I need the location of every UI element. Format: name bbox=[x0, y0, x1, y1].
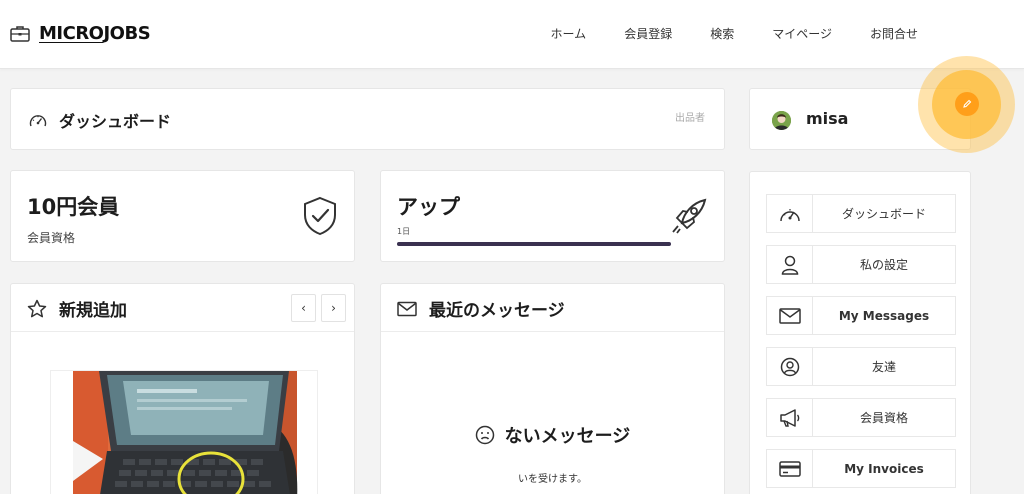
nav-search[interactable]: 検索 bbox=[710, 25, 734, 42]
sad-face-icon bbox=[475, 425, 495, 445]
user-name[interactable]: misa bbox=[806, 109, 848, 128]
envelope-icon bbox=[767, 297, 813, 334]
dashboard-icon bbox=[29, 112, 47, 128]
dashboard-title: ダッシュボード bbox=[59, 112, 172, 131]
sidebar-item-settings[interactable]: 私の設定 bbox=[766, 245, 956, 284]
sidebar-item-label: 友達 bbox=[871, 360, 896, 374]
empty-messages-subtitle: いを受けます。 bbox=[518, 474, 587, 485]
nav-contact[interactable]: お問合せ bbox=[870, 25, 918, 42]
sidebar-item-invoices[interactable]: My Invoices bbox=[766, 449, 956, 488]
page-title: ダッシュボード bbox=[29, 108, 171, 132]
logo[interactable]: MICROJOBS bbox=[10, 23, 151, 44]
empty-messages-title: ないメッセージ bbox=[504, 426, 631, 447]
sidebar-item-friends[interactable]: 友達 bbox=[766, 347, 956, 386]
carousel-controls: ‹ › bbox=[291, 294, 346, 322]
upgrade-progress bbox=[397, 242, 671, 246]
messages-panel: 最近のメッセージ ないメッセージ いを受けます。 bbox=[380, 283, 725, 494]
sidebar-item-label: 私の設定 bbox=[859, 258, 908, 272]
rocket-icon bbox=[668, 195, 710, 241]
site-header: MICROJOBS ホーム 会員登録 検索 マイページ お問合せ bbox=[0, 0, 1024, 69]
nav-mypage[interactable]: マイページ bbox=[772, 25, 832, 42]
sidebar-item-dashboard[interactable]: ダッシュボード bbox=[766, 194, 956, 233]
pencil-icon bbox=[962, 99, 972, 109]
sidebar-item-messages[interactable]: My Messages bbox=[766, 296, 956, 335]
nav-home[interactable]: ホーム bbox=[551, 25, 587, 42]
new-items-panel: 新規追加 ‹ › bbox=[10, 283, 355, 494]
sidebar-item-label: ダッシュボード bbox=[841, 207, 926, 221]
star-icon bbox=[27, 299, 47, 319]
membership-title: 10円会員 bbox=[27, 195, 120, 219]
sidebar-item-label: My Messages bbox=[838, 308, 930, 323]
upgrade-title: アップ bbox=[397, 195, 460, 219]
upgrade-card: アップ 1日 bbox=[380, 170, 725, 262]
user-icon bbox=[767, 246, 813, 283]
membership-subtitle: 会員資格 bbox=[27, 231, 76, 245]
logo-text: MICROJOBS bbox=[39, 23, 151, 44]
upgrade-label: 1日 bbox=[397, 227, 411, 236]
main-nav: ホーム 会員登録 検索 マイページ お問合せ bbox=[551, 25, 918, 42]
messages-title: 最近のメッセージ bbox=[397, 296, 565, 321]
messages-header: 最近のメッセージ bbox=[381, 284, 724, 332]
user-circle-icon bbox=[767, 348, 813, 385]
new-items-label: 新規追加 bbox=[59, 301, 127, 321]
sidebar-item-label: 会員資格 bbox=[859, 411, 908, 425]
new-items-title: 新規追加 bbox=[27, 296, 127, 321]
new-items-header: 新規追加 ‹ › bbox=[11, 284, 354, 332]
sidebar-item-label: My Invoices bbox=[844, 461, 924, 476]
avatar[interactable] bbox=[772, 111, 791, 130]
empty-messages: ないメッセージ bbox=[381, 422, 724, 448]
megaphone-icon bbox=[767, 399, 813, 436]
shield-check-icon bbox=[302, 196, 338, 240]
upgrade-progress-fill bbox=[397, 242, 671, 246]
dashboard-title-card: ダッシュボード 出品者 bbox=[10, 88, 725, 150]
messages-label: 最近のメッセージ bbox=[429, 301, 565, 321]
prev-button[interactable]: ‹ bbox=[291, 294, 316, 322]
briefcase-icon bbox=[10, 25, 30, 42]
dashboard-icon bbox=[767, 195, 813, 232]
role-label: 出品者 bbox=[675, 113, 705, 124]
item-thumbnail[interactable] bbox=[50, 370, 318, 494]
nav-register[interactable]: 会員登録 bbox=[624, 25, 672, 42]
credit-card-icon bbox=[767, 450, 813, 487]
sidebar-item-membership[interactable]: 会員資格 bbox=[766, 398, 956, 437]
envelope-icon bbox=[397, 301, 417, 317]
membership-card: 10円会員 会員資格 bbox=[10, 170, 355, 262]
sidebar-menu: ダッシュボード 私の設定 My Messages 友達 会員資格 My Invo… bbox=[749, 171, 971, 494]
edit-button[interactable] bbox=[955, 92, 979, 116]
next-button[interactable]: › bbox=[321, 294, 346, 322]
